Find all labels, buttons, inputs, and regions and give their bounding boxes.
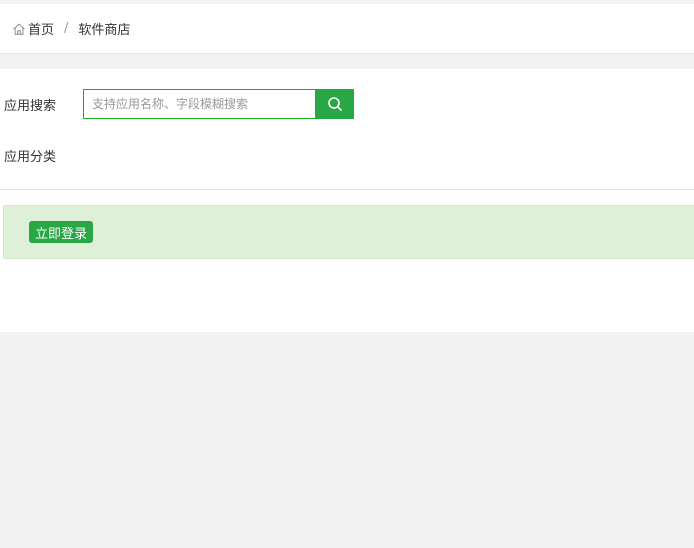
search-icon <box>327 97 342 111</box>
breadcrumb-current: 软件商店 <box>78 23 131 38</box>
home-icon <box>13 23 25 35</box>
breadcrumb-home-label: 首页 <box>28 23 55 38</box>
app-store-panel: 应用搜索 应用分类 立即登录 <box>0 69 694 332</box>
divider <box>0 189 694 190</box>
search-row: 应用搜索 <box>4 89 354 119</box>
category-label: 应用分类 <box>4 149 57 165</box>
search-label: 应用搜索 <box>4 98 57 114</box>
breadcrumb: 首页 / 软件商店 <box>0 4 694 54</box>
breadcrumb-separator: / <box>64 21 69 36</box>
login-alert: 立即登录 <box>3 205 694 259</box>
breadcrumb-home[interactable]: 首页 <box>12 19 54 38</box>
search-button[interactable] <box>315 89 354 119</box>
login-button[interactable]: 立即登录 <box>29 221 94 243</box>
search-input[interactable] <box>83 89 315 119</box>
category-row: 应用分类 <box>4 145 83 165</box>
